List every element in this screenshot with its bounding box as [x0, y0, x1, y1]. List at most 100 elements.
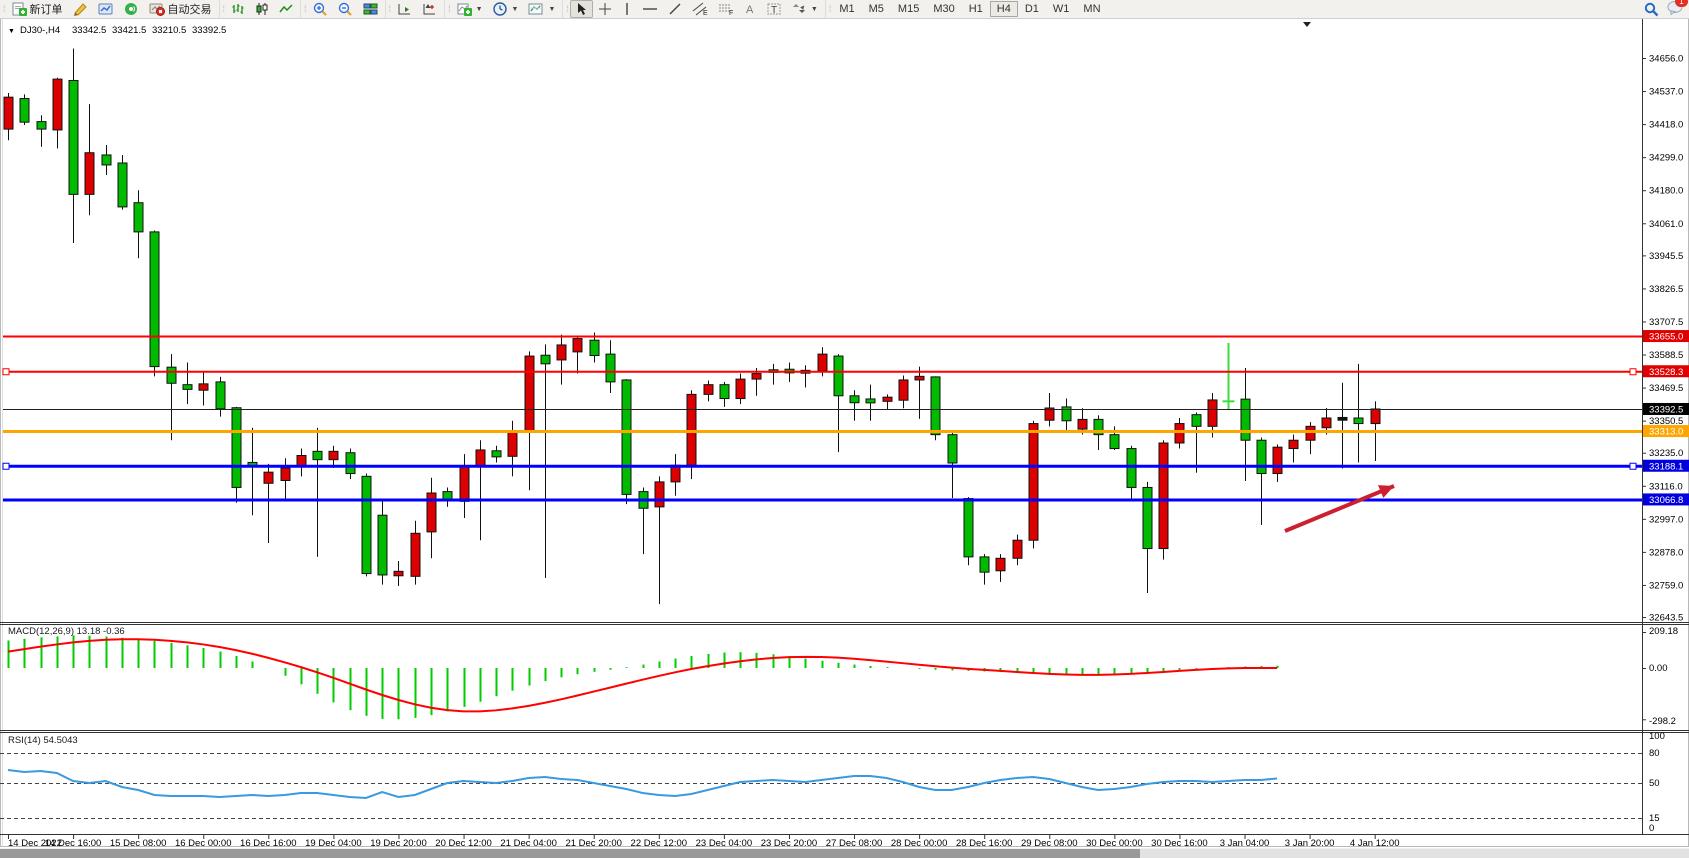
chart-shift-button[interactable]: [417, 0, 442, 18]
line-anchor-square[interactable]: [3, 369, 9, 375]
price-badge-label: 33188.1: [1649, 461, 1683, 472]
line-anchor-square[interactable]: [3, 463, 9, 469]
new-order-button[interactable]: 新订单: [7, 0, 68, 19]
svg-text:RSI(14) 54.5043: RSI(14) 54.5043: [8, 735, 78, 746]
notification-count-badge: 1: [1675, 0, 1688, 7]
candle-body: [4, 97, 13, 129]
price-badge-label: 33392.5: [1649, 404, 1683, 415]
autotrading-label: 自动交易: [168, 1, 212, 17]
signals-icon: [124, 2, 139, 16]
bar-chart-button[interactable]: [226, 0, 250, 18]
candle-body: [216, 382, 225, 409]
auto-scroll-button[interactable]: [392, 0, 417, 18]
time-axis-label: 4 Jan 12:00: [1350, 838, 1400, 849]
price-axis-tick-label: 32997.0: [1649, 514, 1683, 525]
tab-timeframe-MN[interactable]: MN: [1076, 1, 1107, 17]
zoom-in-button[interactable]: [308, 0, 333, 18]
macd-label: MACD(12,26,9) 13.18 -0.36: [8, 626, 125, 637]
candle-body: [1241, 399, 1250, 440]
candle-body: [720, 385, 729, 399]
time-axis-label: 30 Dec 00:00: [1086, 838, 1143, 849]
templates-button[interactable]: ▼: [523, 0, 560, 18]
tab-timeframe-D1[interactable]: D1: [1018, 1, 1046, 17]
notification-button[interactable]: 1: [1667, 0, 1683, 18]
candle-body: [281, 468, 290, 481]
time-axis-label: 14 Dec 16:00: [45, 838, 102, 849]
candle-body: [460, 467, 469, 502]
new-order-label: 新订单: [30, 1, 63, 17]
candle-body: [1273, 447, 1282, 473]
candlestick-button[interactable]: [250, 0, 274, 18]
toolbar-group-objects: ⁞ E F A T ▼: [562, 0, 824, 18]
tile-windows-button[interactable]: [358, 0, 383, 18]
crosshair-button[interactable]: [593, 0, 617, 18]
cursor-button[interactable]: [570, 0, 593, 18]
signals-button[interactable]: [119, 0, 144, 18]
chart-expand-icon[interactable]: ▼: [8, 28, 15, 35]
arrows-icon: [792, 2, 807, 16]
trendline-button[interactable]: [663, 0, 687, 18]
text-button[interactable]: A: [739, 0, 762, 18]
candle-body: [1338, 417, 1347, 420]
bar-chart-icon: [231, 2, 245, 16]
rsi-axis-label: 0: [1649, 823, 1654, 834]
autotrading-icon: [149, 2, 165, 16]
line-anchor-square[interactable]: [1630, 369, 1636, 375]
chevron-down-icon: ▼: [548, 6, 555, 13]
candle-body: [199, 384, 208, 390]
candle-body: [850, 396, 859, 403]
tab-timeframe-W1[interactable]: W1: [1046, 1, 1077, 17]
horizontal-line-button[interactable]: [637, 0, 663, 18]
toolbar: ⁞ 新订单 自动交易 ⁞ ⁞: [0, 0, 1689, 19]
time-axis-label: 28 Dec 16:00: [956, 838, 1013, 849]
toolbar-grip: ⁞: [829, 4, 831, 14]
candle-body: [1110, 435, 1119, 449]
macd-axis-label: 209.18: [1649, 626, 1678, 637]
candlestick-icon: [255, 2, 269, 16]
channel-button[interactable]: E: [687, 0, 713, 18]
arrows-button[interactable]: ▼: [787, 0, 823, 18]
tab-timeframe-M1[interactable]: M1: [832, 1, 861, 17]
mql-editor-button[interactable]: [68, 0, 93, 18]
periods-button[interactable]: ▼: [488, 0, 524, 18]
time-axis-label: 19 Dec 20:00: [370, 838, 427, 849]
indicators-button[interactable]: ▼: [452, 0, 488, 18]
tab-timeframe-H4[interactable]: H4: [990, 1, 1018, 17]
toolbar-group-timeframes: ⁞ M1M5M15M30H1H4D1W1MN: [825, 0, 1110, 18]
chart-canvas: 34656.034537.034418.034299.034180.034061…: [0, 0, 1689, 858]
tab-timeframe-M15[interactable]: M15: [891, 1, 926, 17]
price-axis-tick-label: 34061.0: [1649, 219, 1683, 230]
search-icon[interactable]: [1644, 2, 1659, 17]
candle-body: [1127, 449, 1136, 488]
candle-body: [736, 379, 745, 398]
candle-body: [834, 356, 843, 396]
fibonacci-button[interactable]: F: [713, 0, 739, 18]
tab-timeframe-M30[interactable]: M30: [926, 1, 961, 17]
candle-body: [655, 482, 664, 507]
autotrading-button[interactable]: 自动交易: [144, 0, 217, 19]
candle-body: [508, 431, 517, 456]
time-axis-label: 27 Dec 08:00: [826, 838, 883, 849]
time-axis-label: 21 Dec 20:00: [565, 838, 622, 849]
candle-body: [557, 345, 566, 360]
candle-body: [118, 163, 127, 207]
price-axis-tick-label: 34656.0: [1649, 54, 1683, 65]
tab-timeframe-M5[interactable]: M5: [862, 1, 891, 17]
candle-body: [866, 399, 875, 403]
horizontal-scrollbar-thumb[interactable]: [0, 849, 1140, 858]
price-axis-tick-label: 33826.5: [1649, 284, 1683, 295]
tab-timeframe-H1[interactable]: H1: [962, 1, 990, 17]
vertical-line-button[interactable]: [617, 0, 637, 18]
line-anchor-square[interactable]: [1630, 463, 1636, 469]
candle-body: [818, 354, 827, 371]
label-button[interactable]: T: [762, 0, 787, 18]
line-chart-button[interactable]: [274, 0, 298, 18]
macd-axis-label: 0.00: [1649, 663, 1668, 674]
time-axis-label: 30 Dec 16:00: [1151, 838, 1208, 849]
candle-body: [1143, 487, 1152, 548]
toolbar-grip: ⁞: [389, 4, 391, 14]
time-axis-label: 3 Jan 04:00: [1220, 838, 1270, 849]
toolbar-grip: ⁞: [304, 4, 306, 14]
market-watch-button[interactable]: [93, 0, 119, 18]
zoom-out-button[interactable]: [333, 0, 358, 18]
